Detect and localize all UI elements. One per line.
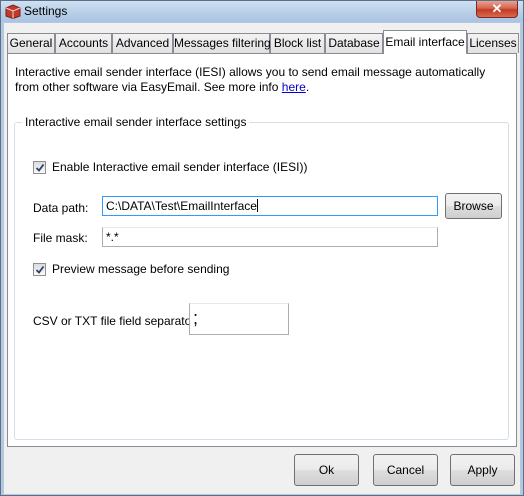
close-icon: ✕ bbox=[491, 1, 503, 16]
checkmark-icon bbox=[35, 265, 45, 274]
checkmark-icon bbox=[35, 163, 45, 172]
preview-message-checkbox[interactable] bbox=[33, 263, 46, 276]
enable-iesi-checkbox[interactable] bbox=[33, 161, 46, 174]
tab-email-interface[interactable]: Email interface bbox=[383, 30, 467, 54]
dialog-client-area: General Accounts Advanced Messages filte… bbox=[4, 23, 520, 494]
tab-messages-filtering[interactable]: Messages filtering bbox=[173, 33, 271, 53]
tab-block-list[interactable]: Block list bbox=[270, 33, 325, 53]
browse-button[interactable]: Browse bbox=[445, 193, 502, 219]
close-button[interactable]: ✕ bbox=[476, 1, 518, 18]
ok-button[interactable]: Ok bbox=[294, 454, 359, 486]
preview-message-label: Preview message before sending bbox=[52, 262, 230, 276]
file-mask-input[interactable]: *.* bbox=[102, 227, 438, 247]
tab-database[interactable]: Database bbox=[325, 33, 383, 53]
tab-advanced[interactable]: Advanced bbox=[112, 33, 173, 53]
separator-input[interactable]: ; bbox=[189, 303, 289, 335]
title-bar[interactable]: Settings ✕ bbox=[1, 1, 523, 22]
settings-app-icon bbox=[5, 4, 21, 19]
here-link[interactable]: here bbox=[282, 80, 306, 94]
file-mask-label: File mask: bbox=[33, 231, 88, 245]
window-title: Settings bbox=[24, 4, 68, 18]
tab-general[interactable]: General bbox=[7, 33, 55, 53]
settings-window: Settings ✕ General Accounts Advanced Mes… bbox=[0, 0, 524, 496]
data-path-label: Data path: bbox=[33, 201, 89, 215]
cancel-button[interactable]: Cancel bbox=[373, 454, 438, 486]
apply-button[interactable]: Apply bbox=[450, 454, 515, 486]
tab-accounts[interactable]: Accounts bbox=[55, 33, 112, 53]
enable-iesi-label: Enable Interactive email sender interfac… bbox=[52, 160, 308, 174]
tab-strip: General Accounts Advanced Messages filte… bbox=[7, 30, 519, 54]
iesi-settings-group: Interactive email sender interface setti… bbox=[14, 115, 509, 440]
email-interface-panel: Interactive email sender interface (IESI… bbox=[7, 53, 517, 447]
data-path-input[interactable]: C:\DATA\Test\EmailInterface bbox=[102, 196, 438, 216]
group-legend: Interactive email sender interface setti… bbox=[22, 115, 250, 129]
intro-text: Interactive email sender interface (IESI… bbox=[15, 65, 486, 94]
separator-label: CSV or TXT file field separator: bbox=[33, 314, 199, 328]
text-caret bbox=[256, 199, 258, 212]
tab-licenses[interactable]: Licenses bbox=[467, 33, 519, 53]
